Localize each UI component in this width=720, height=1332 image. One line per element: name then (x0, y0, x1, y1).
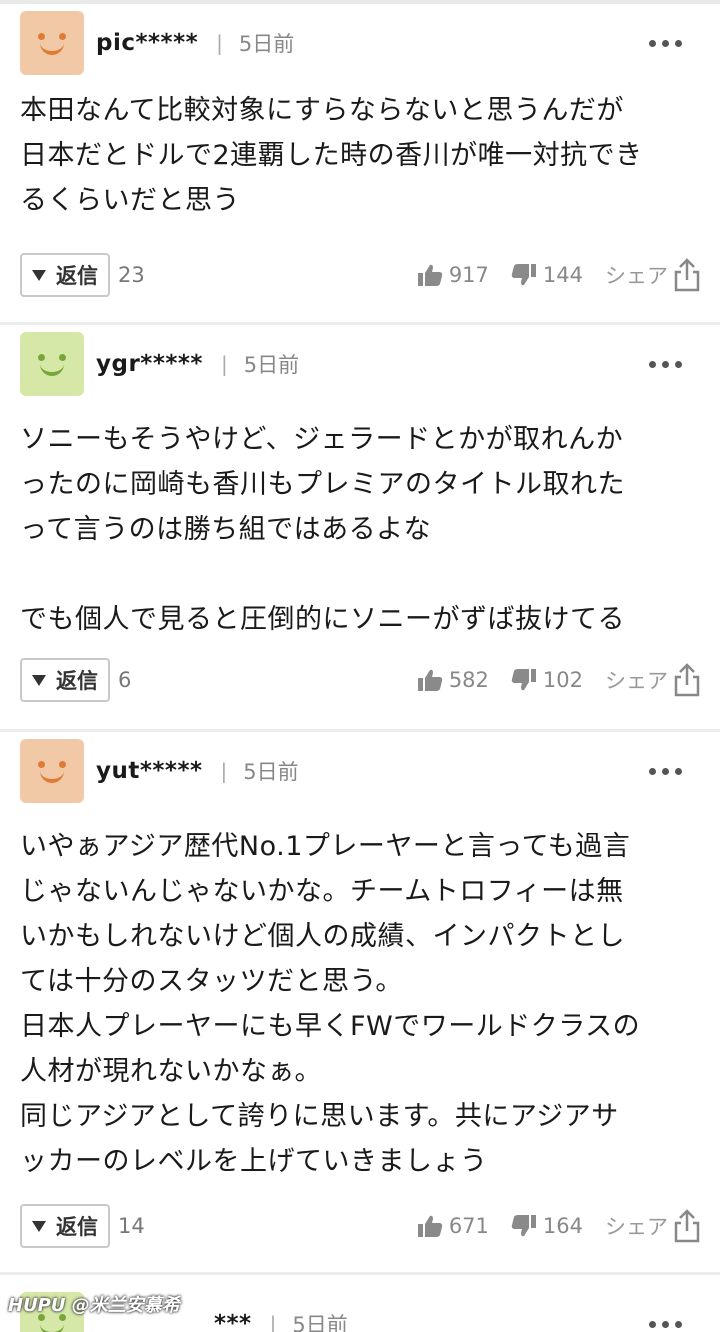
share-icon (674, 1209, 700, 1243)
dislike-button[interactable]: 102 (511, 668, 583, 692)
reply-button[interactable]: 返信 (20, 253, 110, 297)
reply-button[interactable]: 返信 (20, 658, 110, 702)
avatar-mouth (40, 43, 64, 55)
like-count: 671 (448, 1214, 489, 1238)
comment-actions: 返信 6 582 102 シェア (20, 652, 700, 708)
comment-header: pic***** | 5日前 (20, 4, 700, 82)
comment-item: yut***** | 5日前 いやぁアジア歴代No.1プレーヤーと言っても過言 … (0, 729, 720, 1272)
username[interactable]: ygr***** (96, 351, 203, 377)
more-options-icon[interactable] (649, 767, 682, 775)
comment-header: yut***** | 5日前 (20, 732, 700, 810)
avatar[interactable] (20, 332, 84, 396)
avatar-eye (59, 33, 66, 40)
comment-actions: 返信 23 917 144 シェア (20, 247, 700, 303)
reply-label: 返信 (56, 1215, 98, 1239)
share-button[interactable]: シェア (605, 663, 700, 697)
comment-item: ygr***** | 5日前 ソニーもそうやけど、ジェラードとかが取れんか った… (0, 322, 720, 729)
share-label: シェア (605, 264, 668, 288)
thumbs-up-icon (417, 669, 443, 691)
vote-group: 582 102 シェア (417, 663, 700, 697)
dislike-count: 102 (542, 668, 583, 692)
reply-button[interactable]: 返信 (20, 1204, 110, 1248)
share-label: シェア (605, 669, 668, 693)
thumbs-up-icon (417, 1215, 443, 1237)
share-label: シェア (605, 1215, 668, 1239)
watermark: HUPU @米兰安慕希 (8, 1295, 180, 1316)
comment-item: pic***** | 5日前 本田なんて比較対象にすらならないと思うんだが 日本… (0, 4, 720, 322)
like-count: 582 (448, 668, 489, 692)
caret-down-icon (32, 1220, 46, 1232)
reply-count: 6 (118, 668, 132, 692)
avatar-eye (38, 761, 45, 768)
comment-header: ygr***** | 5日前 (20, 325, 700, 403)
avatar-mouth (40, 1324, 64, 1332)
thumbs-down-icon (511, 669, 536, 691)
more-options-icon[interactable] (649, 360, 682, 368)
like-count: 917 (448, 263, 489, 287)
thumbs-down-icon (511, 1215, 536, 1237)
avatar-mouth (40, 771, 64, 783)
share-icon (674, 258, 700, 292)
like-button[interactable]: 582 (417, 668, 489, 692)
like-button[interactable]: 671 (417, 1214, 489, 1238)
vote-group: 671 164 シェア (417, 1209, 700, 1243)
separator: | (220, 352, 228, 376)
comment-text: 本田なんて比較対象にすらならないと思うんだが 日本だとドルで2連覇した時の香川が… (20, 95, 643, 216)
avatar[interactable] (20, 11, 84, 75)
thumbs-up-icon (417, 264, 443, 286)
dislike-count: 164 (542, 1214, 583, 1238)
avatar-mouth (40, 364, 64, 376)
separator: | (220, 759, 228, 783)
comment-text: ソニーもそうやけど、ジェラードとかが取れんか ったのに岡崎も香川もプレミアのタイ… (20, 424, 625, 635)
separator: | (269, 1312, 277, 1332)
timestamp: 5日前 (243, 353, 300, 377)
reply-label: 返信 (56, 264, 98, 288)
like-button[interactable]: 917 (417, 263, 489, 287)
comment-actions: 返信 14 671 164 シェア (20, 1198, 700, 1254)
avatar[interactable] (20, 739, 84, 803)
dislike-button[interactable]: 144 (511, 263, 583, 287)
more-options-icon[interactable] (649, 1320, 682, 1328)
share-icon (674, 663, 700, 697)
reply-count: 14 (118, 1214, 145, 1238)
avatar-eye (38, 354, 45, 361)
comment-list: pic***** | 5日前 本田なんて比較対象にすらならないと思うんだが 日本… (0, 4, 720, 1332)
reply-label: 返信 (56, 669, 98, 693)
avatar-eye (59, 354, 66, 361)
share-button[interactable]: シェア (605, 1209, 700, 1243)
dislike-button[interactable]: 164 (511, 1214, 583, 1238)
avatar-eye (59, 761, 66, 768)
dislike-count: 144 (542, 263, 583, 287)
timestamp: 5日前 (238, 32, 295, 56)
caret-down-icon (32, 269, 46, 281)
share-button[interactable]: シェア (605, 258, 700, 292)
more-options-icon[interactable] (649, 39, 682, 47)
caret-down-icon (32, 674, 46, 686)
username[interactable]: pic***** (96, 30, 198, 56)
username[interactable]: yut***** (96, 758, 203, 784)
comment-text: いやぁアジア歴代No.1プレーヤーと言っても過言 じゃないんじゃないかな。チーム… (20, 831, 641, 1177)
avatar-eye (38, 33, 45, 40)
username[interactable]: *** (214, 1311, 252, 1332)
timestamp: 5日前 (292, 1313, 348, 1332)
thumbs-down-icon (511, 264, 536, 286)
vote-group: 917 144 シェア (417, 258, 700, 292)
separator: | (216, 31, 223, 55)
reply-count: 23 (118, 263, 145, 287)
timestamp: 5日前 (243, 760, 299, 784)
